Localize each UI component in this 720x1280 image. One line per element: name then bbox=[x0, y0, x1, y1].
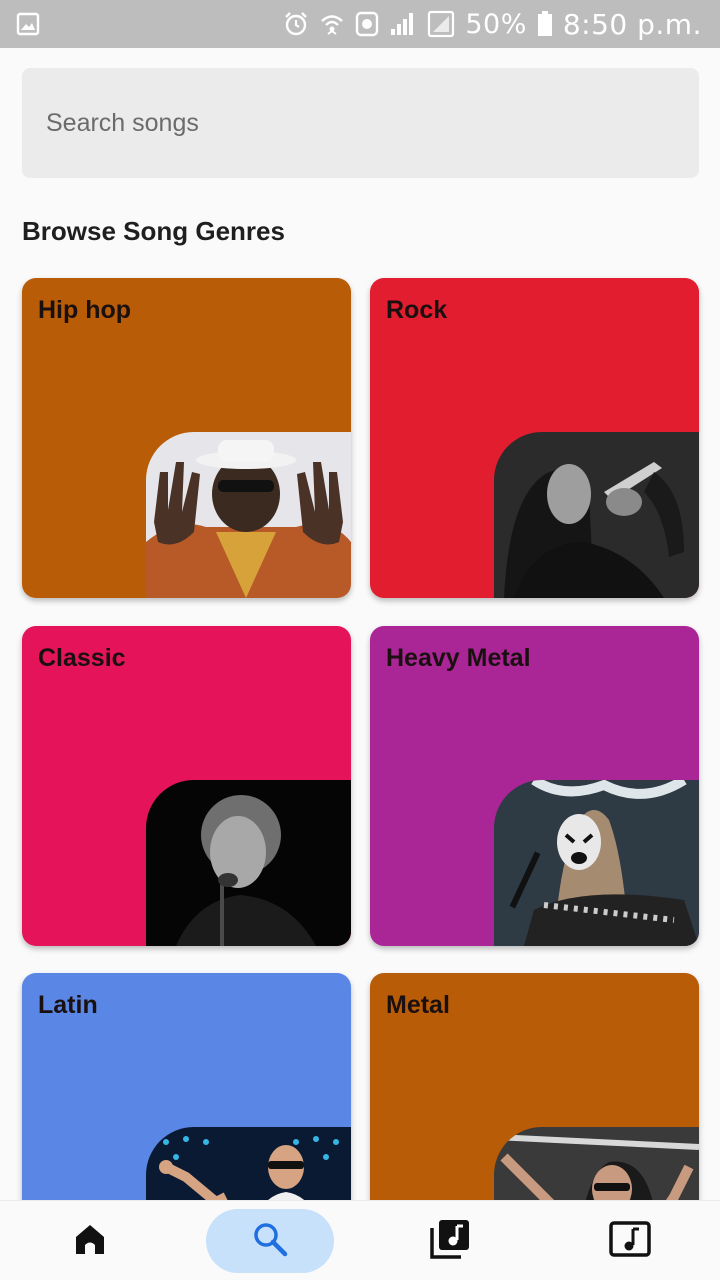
search-input[interactable] bbox=[22, 68, 699, 178]
genre-card-classic[interactable]: Classic bbox=[22, 626, 351, 946]
genre-card-hip-hop[interactable]: Hip hop bbox=[22, 278, 351, 598]
genre-thumbnail-hip-hop bbox=[146, 432, 351, 598]
genre-label: Hip hop bbox=[38, 296, 132, 324]
nav-now-playing[interactable] bbox=[566, 1209, 694, 1273]
bottom-navigation bbox=[0, 1200, 720, 1280]
home-icon bbox=[72, 1221, 108, 1262]
nav-search[interactable] bbox=[206, 1209, 334, 1273]
data-saver-icon bbox=[355, 11, 379, 37]
genre-card-rock[interactable]: Rock bbox=[370, 278, 699, 598]
genre-thumbnail-metal bbox=[494, 1127, 699, 1200]
section-title: Browse Song Genres bbox=[22, 216, 285, 246]
gallery-notification-icon bbox=[16, 12, 40, 36]
genre-card-metal[interactable]: Metal bbox=[370, 973, 699, 1200]
genre-thumbnail-heavy-metal bbox=[494, 780, 699, 946]
genre-grid[interactable]: Hip hop Rock Classic Heavy Metal Latin M… bbox=[0, 260, 720, 1200]
signal-outline-icon bbox=[427, 10, 455, 38]
battery-percentage: 50% bbox=[465, 8, 527, 40]
genre-thumbnail-classic bbox=[146, 780, 351, 946]
genre-label: Rock bbox=[386, 296, 448, 324]
alarm-icon bbox=[283, 11, 309, 37]
nav-home[interactable] bbox=[26, 1209, 154, 1273]
genre-thumbnail-latin bbox=[146, 1127, 351, 1200]
genre-card-heavy-metal[interactable]: Heavy Metal bbox=[370, 626, 699, 946]
wifi-icon bbox=[319, 11, 345, 37]
search-icon bbox=[251, 1220, 289, 1263]
search-box[interactable] bbox=[22, 68, 699, 178]
genre-label: Heavy Metal bbox=[386, 644, 531, 672]
nav-library[interactable] bbox=[386, 1209, 514, 1273]
genre-label: Metal bbox=[386, 991, 450, 1019]
genre-label: Classic bbox=[38, 644, 126, 672]
clock-time: 8:50 p.m. bbox=[562, 7, 702, 41]
genre-thumbnail-rock bbox=[494, 432, 699, 598]
status-bar: 50% 8:50 p.m. bbox=[0, 0, 720, 48]
genre-label: Latin bbox=[38, 991, 98, 1019]
genre-card-latin[interactable]: Latin bbox=[22, 973, 351, 1200]
music-note-icon bbox=[609, 1220, 651, 1262]
signal-icon bbox=[389, 11, 417, 37]
library-music-icon bbox=[429, 1218, 471, 1265]
battery-icon bbox=[537, 11, 553, 37]
